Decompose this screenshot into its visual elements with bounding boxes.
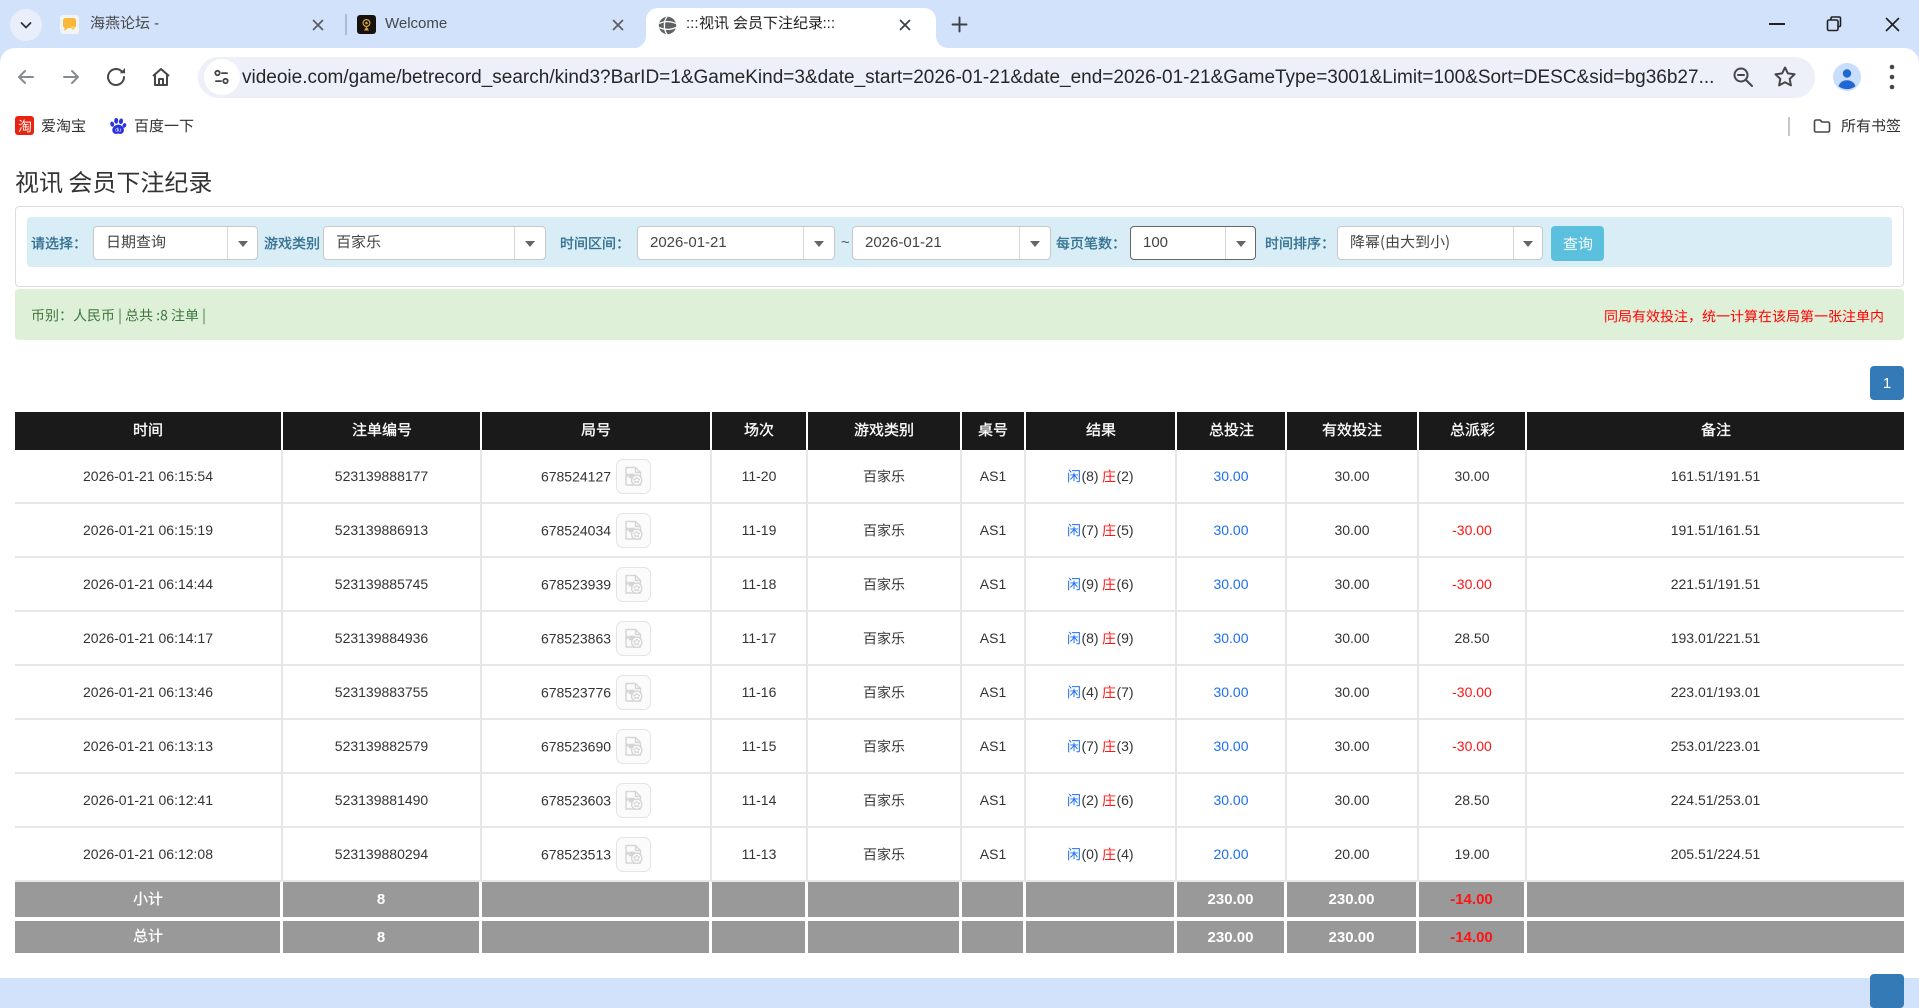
svg-text:du: du	[115, 128, 121, 134]
